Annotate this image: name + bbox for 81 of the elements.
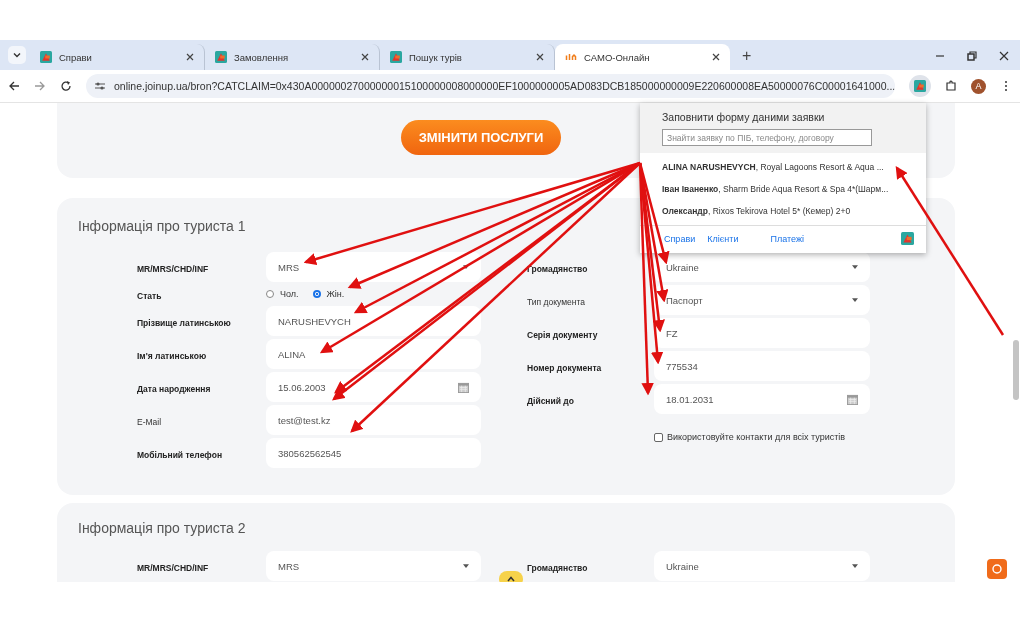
app-logo-icon: [390, 51, 402, 63]
forward-icon[interactable]: [34, 80, 46, 92]
app-logo-icon: [40, 51, 52, 63]
dropdown[interactable]: MRS: [266, 252, 481, 282]
text-field[interactable]: 380562562545: [266, 438, 481, 468]
close-icon[interactable]: [186, 53, 194, 61]
close-icon[interactable]: [712, 53, 720, 61]
booking-result[interactable]: ALINA NARUSHEVYCH, Royal Lagoons Resort & Aqua ...: [662, 156, 926, 178]
tab-title: Замовлення: [234, 51, 290, 63]
radio-label: Чол.: [280, 289, 299, 299]
site-logo-icon: [565, 51, 577, 63]
field-label: Номер документа: [527, 363, 602, 373]
circle-icon: [992, 564, 1002, 574]
puzzle-icon[interactable]: [945, 80, 957, 92]
field-label: Серія документу: [527, 330, 598, 340]
field-label: Громадянство: [527, 563, 588, 573]
text-field[interactable]: ALINA: [266, 339, 481, 369]
radio-label: Жін.: [326, 289, 345, 299]
popup-link[interactable]: Платежі: [770, 233, 804, 244]
booking-result[interactable]: Іван Іваненко, Sharm Bride Aqua Resort & Spa 4*(Шарм...: [662, 178, 926, 200]
popup-link[interactable]: Клієнти: [707, 233, 739, 244]
caret-icon: [852, 564, 858, 568]
field-label: Стать: [137, 291, 162, 301]
date-field[interactable]: 18.01.2031: [654, 384, 870, 414]
date-field[interactable]: 15.06.2003: [266, 372, 481, 402]
browser-tab[interactable]: САМО-Онлайн: [555, 44, 730, 70]
field-label: Дата народження: [137, 384, 211, 394]
field-label: Тип документа: [527, 297, 585, 307]
tab-search-button[interactable]: [8, 46, 26, 64]
back-icon[interactable]: [8, 80, 20, 92]
caret-icon: [852, 265, 858, 269]
tab-title: Справи: [59, 51, 93, 63]
popup-title: Заповнити форму даними заявки: [662, 111, 826, 123]
site-settings-icon[interactable]: [94, 80, 106, 92]
checkbox[interactable]: [654, 432, 663, 442]
calendar-icon[interactable]: [847, 393, 858, 405]
dropdown[interactable]: Паспорт: [654, 285, 870, 315]
close-icon[interactable]: [361, 53, 369, 61]
text-field[interactable]: 775534: [654, 351, 870, 381]
dropdown[interactable]: MRS: [266, 551, 481, 581]
search-field[interactable]: Знайти заявку по ПІБ, телефону, договору: [662, 129, 872, 146]
text-field[interactable]: test@test.kz: [266, 405, 481, 435]
field-label: Громадянство: [527, 264, 588, 274]
extension-button[interactable]: [909, 75, 931, 97]
new-tab-button[interactable]: +: [740, 47, 754, 65]
dropdown[interactable]: Ukraine: [654, 252, 870, 282]
checkbox-label: Використовуйте контакти для всіх туристів: [667, 432, 846, 442]
field-label: Ім'я латинською: [137, 351, 207, 361]
booking-result[interactable]: Олександр, Rixos Tekirova Hotel 5* (Кемер) 2+0: [662, 200, 926, 222]
profile-avatar[interactable]: A: [971, 78, 986, 94]
app-logo-icon: [215, 51, 227, 63]
field-label: Мобільний телефон: [137, 450, 222, 460]
tab-title: Пошук турів: [409, 51, 463, 63]
field-label: Дійсний до: [527, 396, 574, 406]
field-label: MR/MRS/CHD/INF: [137, 563, 209, 573]
field-label: MR/MRS/CHD/INF: [137, 264, 209, 274]
caret-icon: [852, 298, 858, 302]
text-field[interactable]: FZ: [654, 318, 870, 348]
restore-icon[interactable]: [966, 50, 978, 62]
url-text: online.joinup.ua/bron?CATCLAIM=0x430A00000027000000015100000008000000EF1000000005AD083DCB185000000009E220600008EA50000076C00001641000...: [114, 80, 895, 92]
caret-icon: [463, 564, 469, 568]
app-logo-icon: [914, 80, 926, 92]
help-widget-button[interactable]: [987, 559, 1007, 579]
chevron-down-icon: [13, 51, 21, 59]
popup-link[interactable]: Справи: [664, 233, 696, 244]
field-label: Прізвище латинською: [137, 318, 231, 328]
close-icon[interactable]: [536, 53, 544, 61]
field-label: E-Mail: [137, 417, 162, 427]
tab-title: САМО-Онлайн: [584, 51, 651, 63]
app-logo-icon: [901, 232, 914, 245]
close-icon[interactable]: [998, 50, 1010, 62]
radio-button[interactable]: [266, 290, 274, 298]
chevron-up-icon: [507, 576, 515, 582]
radio-button[interactable]: [312, 290, 321, 298]
reload-icon[interactable]: [60, 80, 72, 92]
dropdown[interactable]: Ukraine: [654, 551, 870, 581]
text-field[interactable]: NARUSHEVYCH: [266, 306, 481, 336]
calendar-icon[interactable]: [458, 381, 469, 393]
section-title: Інформація про туриста 1: [78, 217, 246, 235]
section-title: Інформація про туриста 2: [78, 519, 246, 537]
address-bar[interactable]: online.joinup.ua/bron?CATCLAIM=0x430A00000027000000015100000008000000EF1000000005AD083DCB185000000009E220600008EA50000076C00001641000...: [86, 74, 895, 98]
